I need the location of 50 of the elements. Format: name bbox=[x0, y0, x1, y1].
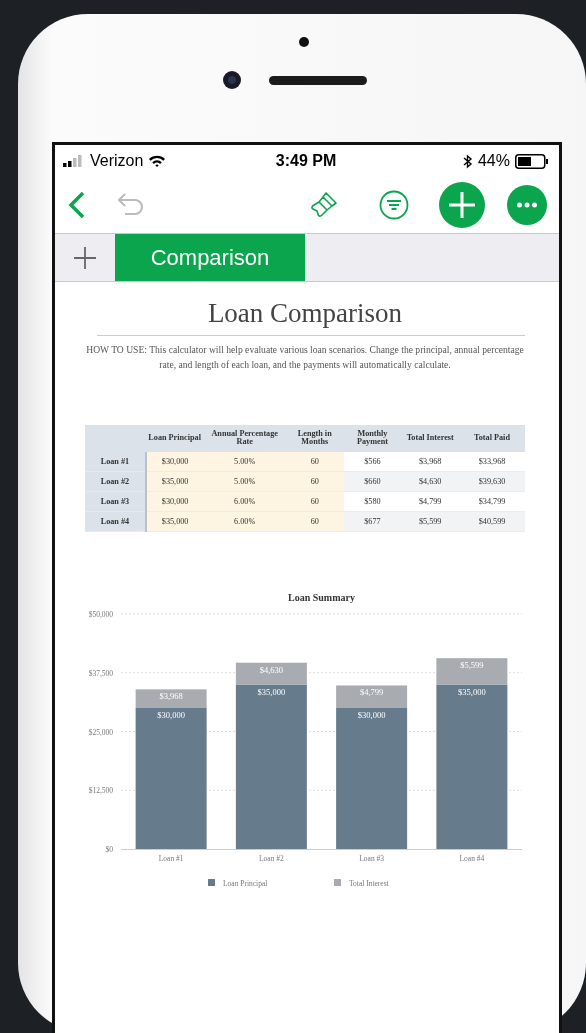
table-cell: $40,599 bbox=[459, 511, 525, 532]
filter-icon[interactable] bbox=[379, 190, 409, 220]
table-cell: $4,630 bbox=[401, 471, 459, 492]
bar-value-label: $4,799 bbox=[359, 687, 384, 698]
row-header: Loan #2 bbox=[85, 471, 146, 492]
battery-percent: 44% bbox=[477, 152, 510, 170]
table-cell: 5.00% bbox=[203, 451, 286, 472]
table-cell: $33,968 bbox=[459, 451, 525, 472]
bar-value-label: $3,968 bbox=[159, 691, 183, 702]
camera-icon bbox=[221, 70, 242, 90]
more-icon[interactable] bbox=[507, 185, 547, 225]
column-header: Total Interest bbox=[401, 424, 459, 452]
column-header: Length in Months bbox=[285, 424, 344, 452]
signal-icon bbox=[63, 155, 85, 167]
table-cell: $4,799 bbox=[401, 491, 459, 512]
add-icon[interactable] bbox=[439, 182, 485, 228]
carrier-name: Verizon bbox=[90, 152, 144, 170]
paintbrush-icon[interactable] bbox=[309, 190, 339, 220]
column-header: Loan Principal bbox=[145, 424, 204, 452]
table-cell: $39,630 bbox=[459, 471, 525, 492]
column-header: Monthly Payment bbox=[343, 424, 402, 452]
speaker-icon bbox=[268, 75, 367, 85]
instructions-text: HOW TO USE: This calculator will help evaluate various loan scenarios. Change the principal, annual percentage rate, and length of each loan, and the payments will automatically calculate. bbox=[85, 343, 525, 373]
battery-icon bbox=[515, 153, 549, 169]
table-cell: $5,599 bbox=[401, 511, 459, 532]
bar-value-label: $35,000 bbox=[257, 686, 286, 697]
clock-time: 3:49 PM bbox=[275, 152, 337, 170]
table-cell: 6.00% bbox=[203, 491, 286, 512]
table-cell: 5.00% bbox=[203, 471, 286, 492]
back-icon[interactable] bbox=[67, 190, 87, 220]
bar-value-label: $30,000 bbox=[157, 709, 185, 720]
column-header: Annual Percentage Rate bbox=[203, 424, 286, 452]
bar-value-label: $35,000 bbox=[458, 686, 486, 697]
bar-value-label: $30,000 bbox=[357, 709, 386, 720]
row-header: Loan #3 bbox=[85, 491, 146, 512]
column-header: Total Paid bbox=[459, 424, 525, 452]
table-cell: $34,799 bbox=[459, 491, 525, 512]
row-header: Loan #4 bbox=[85, 511, 146, 532]
table-cell: $3,968 bbox=[401, 451, 459, 472]
sheet-tab[interactable]: Comparison bbox=[115, 234, 305, 281]
front-sensor-icon bbox=[299, 37, 309, 47]
chart-title: Loan Summary bbox=[288, 591, 355, 603]
wifi-icon bbox=[148, 154, 167, 168]
table-cell: 6.00% bbox=[203, 511, 286, 532]
add-sheet-icon[interactable] bbox=[74, 246, 96, 269]
row-header: Loan #1 bbox=[85, 451, 146, 472]
bar-value-label: $5,599 bbox=[460, 659, 484, 670]
bar-value-label: $4,630 bbox=[259, 664, 284, 675]
bluetooth-icon bbox=[462, 153, 473, 169]
document-title: Loan Comparison bbox=[206, 298, 404, 329]
